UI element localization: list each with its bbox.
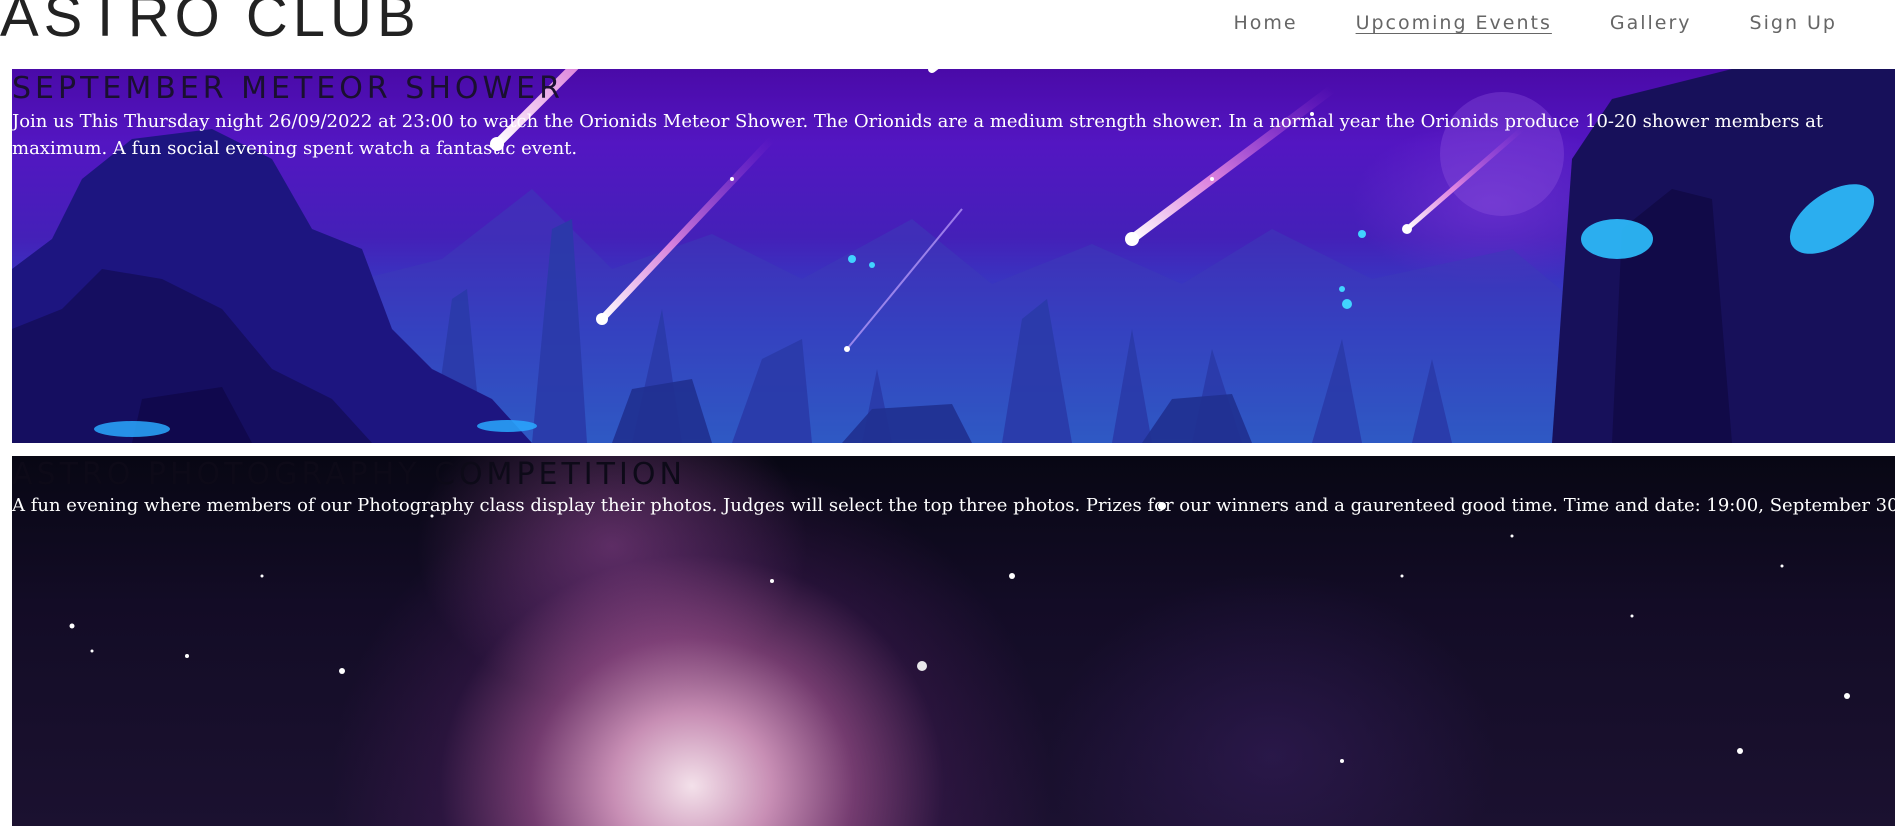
event-card-meteor-shower: SEPTEMBER METEOR SHOWER Join us This Thu… <box>12 69 1895 443</box>
event-title: ASTRO PHOTOGRAPHY COMPETITION <box>12 457 686 492</box>
event-description: A fun evening where members of our Photo… <box>12 495 1895 516</box>
site-logo[interactable]: ASTRO CLUB <box>0 0 421 46</box>
nav-sign-up-link[interactable]: Sign Up <box>1750 12 1837 36</box>
event-card-photography-competition: ASTRO PHOTOGRAPHY COMPETITION A fun even… <box>12 456 1895 826</box>
nav-upcoming-events-link[interactable]: Upcoming Events <box>1356 12 1552 36</box>
nav-home-link[interactable]: Home <box>1233 12 1297 36</box>
event-title: SEPTEMBER METEOR SHOWER <box>12 71 564 106</box>
site-header: ASTRO CLUB Home Upcoming Events Gallery … <box>0 0 1895 69</box>
nav-gallery-link[interactable]: Gallery <box>1610 12 1692 36</box>
event-description: Join us This Thursday night 26/09/2022 a… <box>12 111 1824 159</box>
main-nav: Home Upcoming Events Gallery Sign Up <box>1233 12 1895 36</box>
